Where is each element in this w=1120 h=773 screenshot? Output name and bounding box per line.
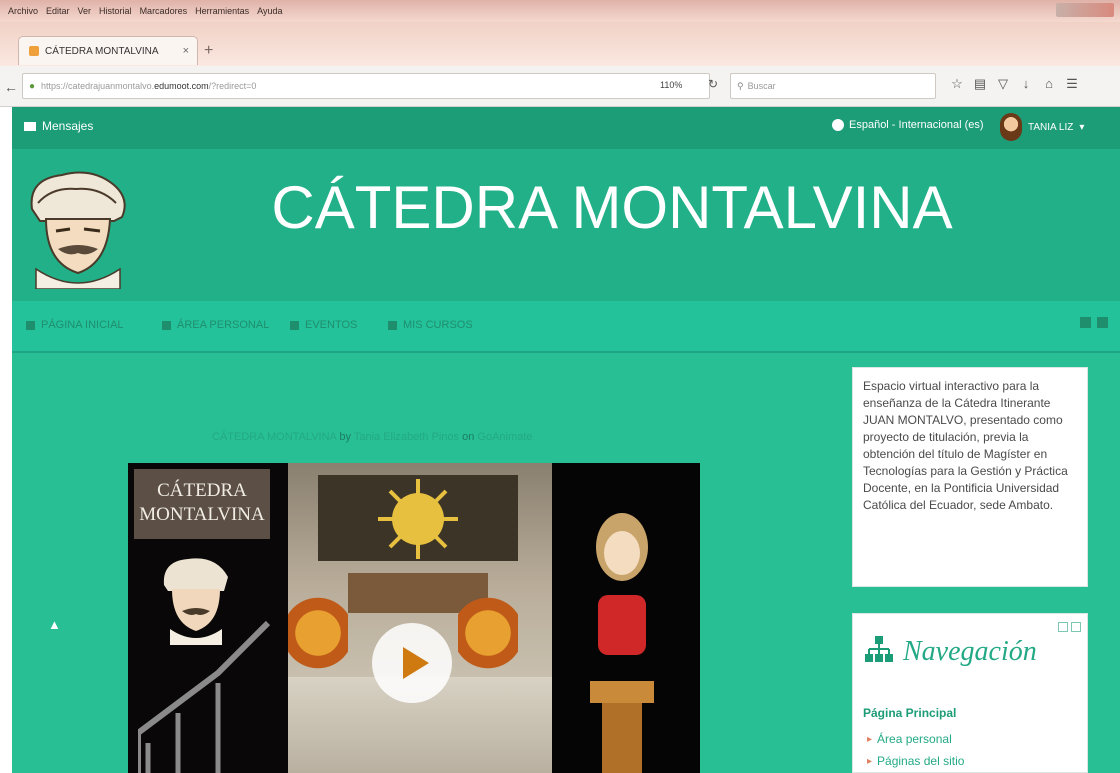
video-player[interactable]: CÁTEDRA MONTALVINA (128, 463, 700, 773)
sun-ornament (318, 475, 518, 561)
courses-icon (388, 320, 397, 330)
description-block: Espacio virtual interactivo para la ense… (852, 367, 1088, 587)
download-icon[interactable]: ↓ (1019, 76, 1033, 92)
zoom-level[interactable]: 110% (660, 80, 682, 90)
play-button[interactable] (372, 623, 452, 703)
presenter-character (590, 513, 654, 773)
tab-title: CÁTEDRA MONTALVINA (45, 45, 159, 57)
search-input[interactable]: ⚲ Buscar (730, 73, 936, 99)
edit-controls (1080, 317, 1108, 328)
bookmark-star-icon[interactable]: ☆ (950, 76, 964, 92)
nav-item-label: Páginas del sitio (877, 754, 965, 768)
bullet-icon: ▸ (867, 733, 873, 745)
play-icon (403, 647, 429, 679)
site-header: CÁTEDRA MONTALVINA (12, 149, 1120, 301)
tab-close-icon[interactable]: × (183, 45, 189, 57)
user-menu[interactable]: TANIA LIZ ▾ (1000, 113, 1084, 141)
messages-link[interactable]: Mensajes (24, 119, 93, 133)
menu-mis-cursos[interactable]: MIS CURSOS (388, 319, 473, 331)
menu-herramientas[interactable]: Herramientas (195, 6, 249, 16)
globe-icon (832, 119, 844, 131)
video-caption: CÁTEDRA MONTALVINA by Tania Elizabeth Pi… (212, 431, 532, 443)
flower-arrangement-left (288, 593, 348, 673)
video-scene (288, 463, 552, 773)
mouse-cursor-icon: ▲ (48, 617, 61, 632)
reload-icon[interactable]: ↻ (708, 77, 718, 91)
menu-label: EVENTOS (305, 319, 358, 331)
nav-item-paginas-sitio[interactable]: ▸ Páginas del sitio (867, 754, 964, 768)
description-text: Espacio virtual interactivo para la ense… (863, 379, 1068, 512)
window-controls[interactable] (1056, 3, 1114, 17)
menu-historial[interactable]: Historial (99, 6, 132, 16)
staircase-rail (138, 620, 271, 773)
montalvo-portrait-logo (30, 171, 126, 289)
edit-pencil-icon[interactable] (1097, 317, 1108, 328)
sitemap-icon (865, 636, 893, 662)
menu-eventos[interactable]: EVENTOS (290, 319, 357, 331)
avatar (1000, 113, 1022, 141)
bullet-icon: ▸ (867, 755, 873, 767)
menu-ayuda[interactable]: Ayuda (257, 6, 282, 16)
url-bar[interactable]: ● https://catedrajuanmontalvo. edumoot.c… (22, 73, 710, 99)
menu-area-personal[interactable]: ÁREA PERSONAL (162, 319, 269, 331)
calendar-icon (290, 320, 299, 330)
toolbar-icons: ☆ ▤ ▽ ↓ ⌂ ☰ (950, 76, 1079, 92)
envelope-icon (24, 121, 36, 131)
menu-pagina-inicial[interactable]: PÁGINA INICIAL (26, 319, 124, 331)
moodle-page: Mensajes Español - Internacional (es) TA… (12, 107, 1120, 773)
nav-item-area-personal[interactable]: ▸ Área personal (867, 732, 952, 746)
top-navbar: Mensajes Español - Internacional (es) TA… (12, 107, 1120, 149)
url-suffix: /?redirect=0 (208, 81, 257, 91)
menu-ver[interactable]: Ver (78, 6, 92, 16)
navigation-title: Navegación (903, 636, 1037, 667)
dashboard-icon (162, 320, 171, 330)
favicon-icon (29, 46, 39, 56)
caption-on: on (462, 431, 475, 443)
nav-main-page[interactable]: Página Principal (863, 706, 956, 720)
search-placeholder: Buscar (747, 81, 776, 91)
flower-arrangement-right (458, 593, 518, 673)
navigation-block: Navegación Página Principal ▸ Área perso… (852, 613, 1088, 773)
pocket-icon[interactable]: ▽ (996, 76, 1010, 92)
tab-strip: CÁTEDRA MONTALVINA × + (0, 22, 1120, 66)
menu-editar[interactable]: Editar (46, 6, 70, 16)
caption-by: by (339, 431, 351, 443)
author-link[interactable]: Tania Elizabeth Pinos (354, 431, 459, 443)
video-title-link[interactable]: CÁTEDRA MONTALVINA (212, 431, 336, 443)
block-controls (1058, 622, 1081, 632)
platform-link[interactable]: GoAnimate (477, 431, 532, 443)
layout-icon[interactable] (1080, 317, 1091, 328)
language-selector[interactable]: Español - Internacional (es) (832, 119, 984, 131)
menu-label: PÁGINA INICIAL (41, 319, 124, 331)
custom-menu: PÁGINA INICIAL ÁREA PERSONAL EVENTOS MIS… (12, 301, 1120, 353)
messages-label: Mensajes (42, 119, 94, 133)
site-title: CÁTEDRA MONTALVINA (271, 174, 953, 241)
menu-label: ÁREA PERSONAL (177, 319, 270, 331)
nav-item-label: Área personal (877, 732, 952, 746)
menu-archivo[interactable]: Archivo (8, 6, 38, 16)
home-icon[interactable]: ⌂ (1042, 76, 1056, 92)
video-right-panel (552, 463, 700, 773)
home-icon (26, 320, 35, 330)
language-label: Español - Internacional (es) (849, 119, 984, 131)
new-tab-button[interactable]: + (204, 42, 213, 60)
browser-tab[interactable]: CÁTEDRA MONTALVINA × (18, 36, 198, 65)
video-left-panel: CÁTEDRA MONTALVINA (128, 463, 288, 773)
menu-marcadores[interactable]: Marcadores (140, 6, 188, 16)
caret-down-icon: ▾ (1079, 121, 1085, 133)
video-title-card: CÁTEDRA MONTALVINA (134, 469, 270, 539)
browser-navbar: ← ● https://catedrajuanmontalvo. edumoot… (0, 66, 1120, 107)
url-prefix: https://catedrajuanmontalvo. (41, 81, 155, 91)
user-name: TANIA LIZ (1028, 121, 1074, 133)
browser-menubar: Archivo Editar Ver Historial Marcadores … (0, 0, 1120, 22)
block-dock-icon[interactable] (1058, 622, 1068, 632)
menu-icon[interactable]: ☰ (1065, 76, 1079, 92)
back-arrow-icon[interactable]: ← (4, 79, 18, 95)
reading-list-icon[interactable]: ▤ (973, 76, 987, 92)
menu-label: MIS CURSOS (403, 319, 473, 331)
block-collapse-icon[interactable] (1071, 622, 1081, 632)
search-icon: ⚲ (737, 80, 744, 91)
lock-icon: ● (29, 80, 36, 92)
url-domain: edumoot.com (154, 81, 209, 91)
